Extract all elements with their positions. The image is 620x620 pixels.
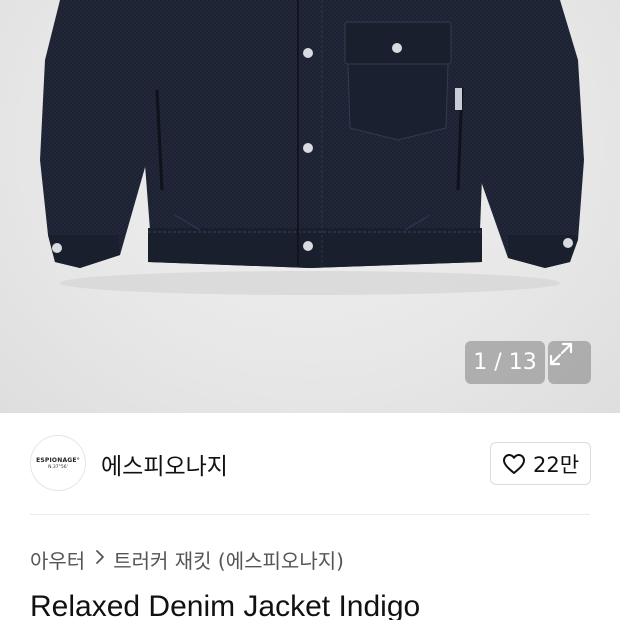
chevron-right-icon <box>95 549 105 570</box>
product-title: Relaxed Denim Jacket Indigo <box>30 590 421 620</box>
breadcrumb-subcategory[interactable]: 트러커 재킷 (에스피오나지) <box>113 545 344 574</box>
breadcrumb-category[interactable]: 아우터 <box>30 545 85 574</box>
brand-logo-subtext: N.37°56' <box>48 464 68 470</box>
product-image-gallery[interactable]: 1 / 13 <box>0 0 620 413</box>
breadcrumb: 아우터 트러커 재킷 (에스피오나지) <box>30 545 344 574</box>
brand-logo[interactable]: ESPIONAGE° N.37°56' <box>30 435 86 491</box>
brand-name-link[interactable]: 에스피오나지 <box>101 447 228 481</box>
image-counter: 1 / 13 <box>465 341 545 384</box>
expand-icon <box>549 342 573 366</box>
brand-like-button[interactable]: 22만 <box>490 442 591 485</box>
brand-logo-text: ESPIONAGE° <box>36 456 80 464</box>
brand-row: ESPIONAGE° N.37°56' 에스피오나지 22만 <box>0 413 620 515</box>
like-count: 22만 <box>532 452 580 477</box>
expand-image-button[interactable] <box>548 341 591 384</box>
section-divider <box>30 514 590 515</box>
heart-outline-icon <box>502 453 525 474</box>
